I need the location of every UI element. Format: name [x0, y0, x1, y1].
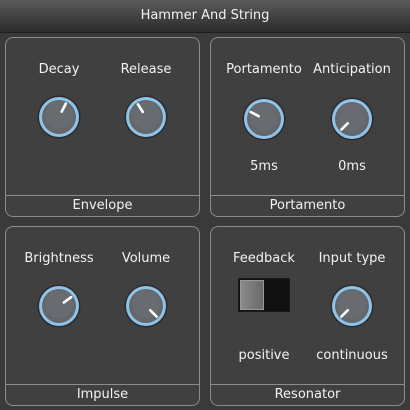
decay-label: Decay — [38, 62, 80, 77]
portamento-title: Portamento — [211, 195, 404, 216]
feedback-toggle[interactable] — [238, 278, 290, 312]
resonator-title: Resonator — [211, 384, 404, 405]
knob-highlight — [338, 103, 366, 131]
input-type-label: Input type — [318, 251, 386, 266]
knob-highlight — [132, 290, 160, 318]
anticipation-knob[interactable] — [329, 96, 375, 142]
volume-knob[interactable] — [123, 283, 169, 329]
brightness-label: Brightness — [24, 251, 94, 266]
knob-highlight — [132, 101, 160, 129]
toggle-thumb — [240, 280, 264, 310]
envelope-panel: Decay Release Envelope — [5, 37, 200, 217]
release-knob[interactable] — [123, 94, 169, 140]
volume-label: Volume — [121, 251, 171, 266]
feedback-label: Feedback — [233, 251, 295, 266]
resonator-panel: Feedback Input type positive continuous … — [210, 226, 405, 406]
anticipation-value: 0ms — [338, 159, 366, 174]
release-label: Release — [120, 62, 172, 77]
portamento-label: Portamento — [226, 62, 302, 77]
brightness-knob[interactable] — [36, 283, 82, 329]
knob-highlight — [250, 103, 278, 131]
input-type-value: continuous — [316, 348, 388, 363]
portamento-value: 5ms — [250, 159, 278, 174]
impulse-panel: Brightness Volume Impulse — [5, 226, 200, 406]
portamento-knob[interactable] — [241, 96, 287, 142]
knob-highlight — [45, 101, 73, 129]
anticipation-label: Anticipation — [313, 62, 391, 77]
envelope-title: Envelope — [6, 195, 199, 216]
input-type-knob[interactable] — [329, 283, 375, 329]
knob-highlight — [338, 290, 366, 318]
impulse-title: Impulse — [6, 384, 199, 405]
knob-highlight — [45, 290, 73, 318]
window-title: Hammer And String — [0, 0, 410, 33]
portamento-panel: Portamento Anticipation 5ms 0ms Portamen… — [210, 37, 405, 217]
feedback-value: positive — [238, 348, 290, 363]
decay-knob[interactable] — [36, 94, 82, 140]
